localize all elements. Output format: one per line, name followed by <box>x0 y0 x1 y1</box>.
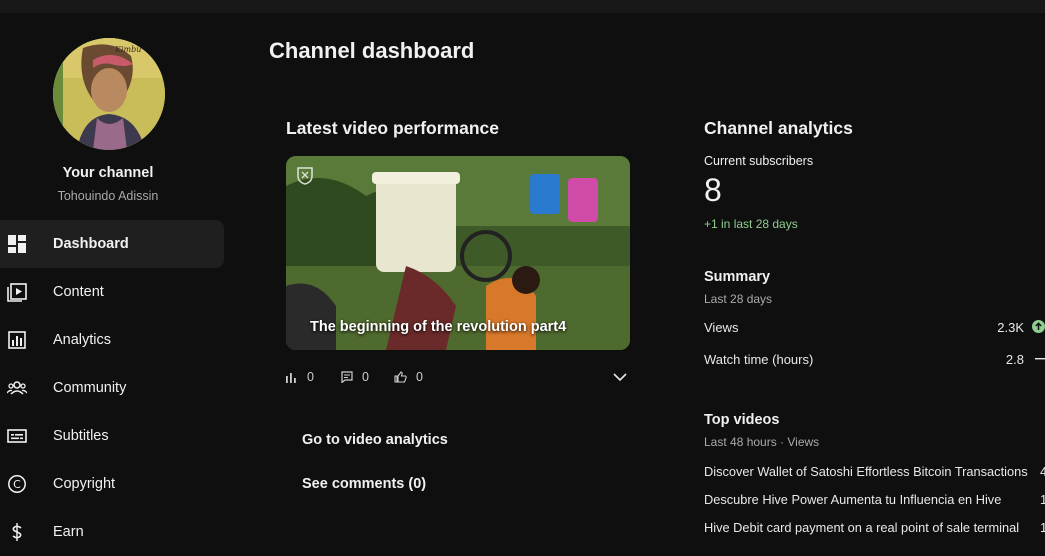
latest-video-thumbnail[interactable]: The beginning of the revolution part4 <box>286 156 630 350</box>
community-icon <box>7 381 27 395</box>
views-row-value: 2.3K <box>997 320 1024 335</box>
top-video-count: 1 <box>1040 492 1045 507</box>
sidebar-item-analytics[interactable]: Analytics <box>0 316 224 364</box>
views-count: 0 <box>307 370 314 384</box>
likes-stat: 0 <box>394 370 423 384</box>
dashboard-icon <box>8 235 26 253</box>
watermark-icon <box>297 167 313 185</box>
sidebar-item-subtitles[interactable]: Subtitles <box>0 412 224 460</box>
views-row-label: Views <box>704 320 739 335</box>
svg-text:C: C <box>13 478 21 491</box>
sidebar-item-label: Content <box>53 284 104 300</box>
top-videos-period: Last 48 hours · Views <box>704 435 820 449</box>
trend-flat-icon <box>1035 358 1045 360</box>
comment-icon <box>341 371 353 383</box>
sidebar-item-label: Earn <box>53 524 84 540</box>
watch-time-row-label: Watch time (hours) <box>704 352 814 367</box>
sidebar-item-dashboard[interactable]: Dashboard <box>0 220 224 268</box>
subscribers-change: +1 in last 28 days <box>704 217 798 231</box>
top-video-item[interactable]: Descubre Hive Power Aumenta tu Influenci… <box>704 492 1032 507</box>
subscribers-label: Current subscribers <box>704 154 814 168</box>
earn-icon <box>12 523 22 541</box>
watch-time-row-value: 2.8 <box>1005 352 1024 367</box>
sidebar-item-label: Analytics <box>53 332 112 348</box>
latest-video-title: The beginning of the revolution part4 <box>310 319 567 335</box>
sidebar-item-content[interactable]: Content <box>0 268 224 316</box>
comments-stat: 0 <box>341 370 369 384</box>
see-comments-button[interactable]: See comments (0) <box>302 476 426 492</box>
summary-period: Last 28 days <box>704 292 773 306</box>
top-bar <box>0 0 1045 13</box>
top-videos-title: Top videos <box>704 412 780 428</box>
analytics-icon <box>8 331 26 349</box>
sidebar-item-label: Community <box>53 380 127 396</box>
sidebar-nav: Dashboard Content Analytics Community Su… <box>0 220 232 556</box>
bar-chart-icon <box>286 373 296 383</box>
comments-count: 0 <box>362 370 369 384</box>
top-video-item[interactable]: Discover Wallet of Satoshi Effortless Bi… <box>704 464 1032 479</box>
page-title: Channel dashboard <box>269 38 475 63</box>
chevron-down-icon[interactable] <box>611 370 629 384</box>
sidebar-item-label: Copyright <box>53 476 116 492</box>
channel-label: Your channel <box>62 165 154 181</box>
likes-count: 0 <box>416 370 423 384</box>
thumbs-up-icon <box>394 371 407 383</box>
channel-avatar[interactable]: Kimbu <box>53 38 165 150</box>
subscribers-value: 8 <box>704 172 722 208</box>
go-to-video-analytics-button[interactable]: Go to video analytics <box>302 432 448 448</box>
sidebar-item-label: Subtitles <box>53 428 109 444</box>
latest-video-heading: Latest video performance <box>286 118 499 138</box>
content-icon <box>7 283 27 302</box>
svg-text:Kimbu: Kimbu <box>114 45 141 54</box>
sidebar-item-copyright[interactable]: C Copyright <box>0 460 224 508</box>
top-video-count: 4 <box>1040 464 1045 479</box>
sidebar-item-label: Dashboard <box>53 236 129 252</box>
views-stat: 0 <box>286 370 314 384</box>
copyright-icon: C <box>8 475 26 493</box>
top-video-item[interactable]: Hive Debit card payment on a real point … <box>704 520 1032 535</box>
trend-up-icon <box>1032 320 1045 333</box>
sidebar-item-community[interactable]: Community <box>0 364 224 412</box>
top-video-count: 1 <box>1040 520 1045 535</box>
channel-analytics-heading: Channel analytics <box>704 118 853 138</box>
summary-title: Summary <box>704 269 771 285</box>
channel-handle: Tohouindo Adissin <box>57 189 159 203</box>
sidebar-item-earn[interactable]: Earn <box>0 508 224 556</box>
sidebar: Kimbu Your channel Tohouindo Adissin Das… <box>0 13 232 551</box>
subtitles-icon <box>7 429 27 443</box>
